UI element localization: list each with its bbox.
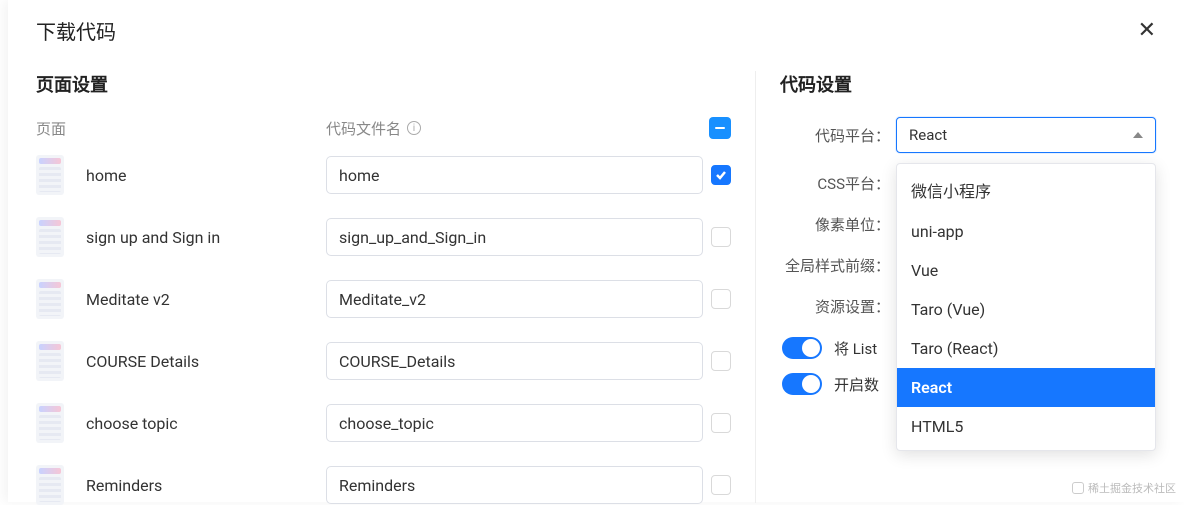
page-name: Reminders: [86, 476, 326, 495]
page-checkbox[interactable]: [711, 289, 731, 309]
resource-label: 资源设置：: [780, 296, 896, 317]
modal-title: 下载代码: [36, 16, 116, 45]
chevron-up-icon: [1133, 132, 1143, 138]
page-name: COURSE Details: [86, 352, 326, 371]
platform-dropdown[interactable]: 微信小程序uni-appVueTaro (Vue)Taro (React)Rea…: [896, 163, 1156, 451]
file-name-input[interactable]: [326, 218, 703, 256]
page-checkbox[interactable]: [711, 475, 731, 495]
dropdown-option[interactable]: Taro (Vue): [897, 290, 1155, 329]
platform-label: 代码平台：: [780, 125, 896, 146]
page-thumbnail[interactable]: [36, 155, 64, 195]
page-name: Meditate v2: [86, 290, 326, 309]
file-name-input[interactable]: [326, 342, 703, 380]
dropdown-option[interactable]: 微信小程序: [897, 168, 1155, 212]
page-thumbnail[interactable]: [36, 465, 64, 505]
page-name: choose topic: [86, 414, 326, 433]
platform-select[interactable]: React: [896, 117, 1156, 153]
page-checkbox[interactable]: [711, 413, 731, 433]
toggle-switch[interactable]: [782, 373, 822, 395]
dropdown-option[interactable]: React: [897, 368, 1155, 407]
css-platform-label: CSS平台：: [780, 173, 896, 194]
watermark-text: 稀土掘金技术社区: [1088, 480, 1176, 496]
close-icon[interactable]: ✕: [1138, 20, 1156, 42]
page-row: choose topic: [36, 403, 731, 443]
toggle-label: 将 List: [834, 338, 877, 359]
global-prefix-label: 全局样式前缀：: [780, 255, 896, 276]
page-checkbox[interactable]: [711, 165, 731, 185]
watermark-icon: [1072, 482, 1084, 494]
page-settings-title: 页面设置: [36, 71, 731, 97]
page-checkbox[interactable]: [711, 227, 731, 247]
deselect-all-button[interactable]: [709, 117, 731, 139]
page-name: sign up and Sign in: [86, 228, 326, 247]
page-row: COURSE Details: [36, 341, 731, 381]
column-page-label: 页面: [36, 118, 326, 139]
page-thumbnail[interactable]: [36, 341, 64, 381]
toggle-switch[interactable]: [782, 337, 822, 359]
column-file-label: 代码文件名: [326, 118, 401, 139]
file-name-input[interactable]: [326, 466, 703, 504]
pixel-unit-label: 像素单位：: [780, 214, 896, 235]
page-thumbnail[interactable]: [36, 217, 64, 257]
info-icon[interactable]: i: [407, 121, 421, 135]
page-thumbnail[interactable]: [36, 279, 64, 319]
dropdown-option[interactable]: uni-app: [897, 212, 1155, 251]
page-thumbnail[interactable]: [36, 403, 64, 443]
platform-select-value: React: [909, 126, 947, 144]
dropdown-option[interactable]: HTML5: [897, 407, 1155, 446]
watermark: 稀土掘金技术社区: [1072, 480, 1176, 496]
page-row: sign up and Sign in: [36, 217, 731, 257]
file-name-input[interactable]: [326, 280, 703, 318]
page-row: home: [36, 155, 731, 195]
dropdown-option[interactable]: Taro (React): [897, 329, 1155, 368]
page-name: home: [86, 166, 326, 185]
page-row: Reminders: [36, 465, 731, 505]
dropdown-option[interactable]: Vue: [897, 251, 1155, 290]
page-row: Meditate v2: [36, 279, 731, 319]
file-name-input[interactable]: [326, 156, 703, 194]
file-name-input[interactable]: [326, 404, 703, 442]
code-settings-title: 代码设置: [780, 71, 1156, 97]
toggle-label: 开启数: [834, 374, 879, 395]
page-checkbox[interactable]: [711, 351, 731, 371]
